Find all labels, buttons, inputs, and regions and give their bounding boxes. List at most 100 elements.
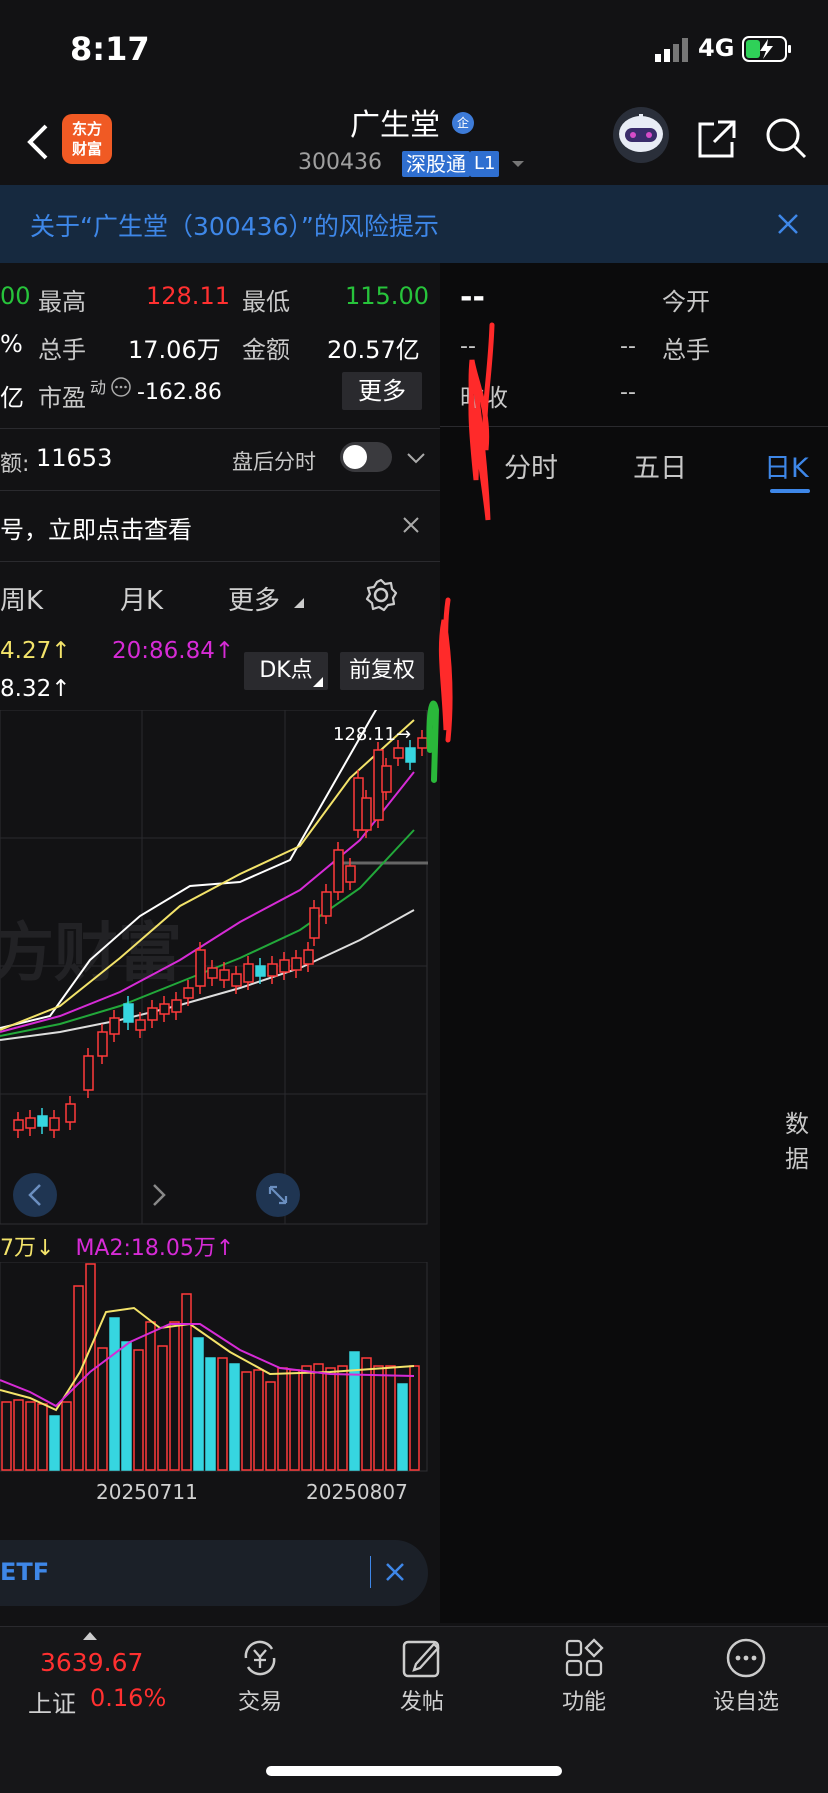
- candle: [231, 973, 242, 987]
- red-scribble-annotation: [426, 322, 495, 783]
- etf-bar[interactable]: [0, 1540, 428, 1606]
- tab-five-day[interactable]: 五日: [633, 446, 687, 485]
- index-change[interactable]: 0.16%: [90, 1684, 166, 1712]
- tab-day-k[interactable]: 日K: [764, 446, 809, 485]
- high-label: 最高: [38, 288, 86, 316]
- ma-legend-2: 20:86.84↑: [112, 638, 235, 664]
- trade-icon[interactable]: [238, 1636, 282, 1680]
- date-label-1: 20250711: [96, 1480, 198, 1504]
- quote-r3-c0: 亿: [0, 384, 24, 412]
- candle: [405, 747, 416, 763]
- volume-bar: [229, 1363, 240, 1471]
- candle: [183, 987, 194, 999]
- nav-functions[interactable]: 功能: [534, 1684, 634, 1716]
- high-marker-label: 128.11→: [333, 724, 411, 745]
- amount-label: 金额: [242, 336, 290, 364]
- candle: [267, 963, 278, 977]
- candle: [309, 907, 320, 939]
- index-name[interactable]: 上证: [28, 1684, 76, 1719]
- close-icon[interactable]: [402, 516, 420, 534]
- tab-indicator: [770, 489, 810, 493]
- corner-triangle-icon: [313, 677, 323, 687]
- back-icon[interactable]: [24, 122, 54, 162]
- promo-text[interactable]: 号，立即点击查看: [0, 510, 192, 545]
- candle: [243, 963, 254, 983]
- candle: [345, 865, 356, 883]
- low-label: 最低: [242, 288, 290, 316]
- candle: [135, 1019, 146, 1031]
- candle: [255, 965, 266, 977]
- adjust-price-button[interactable]: 前复权: [340, 652, 424, 690]
- risk-banner-text[interactable]: 关于“广生堂（300436）”的风险提示: [30, 207, 439, 243]
- candle: [195, 949, 206, 987]
- volume-bar: [325, 1367, 336, 1471]
- close-icon[interactable]: [776, 212, 800, 236]
- volume-legend: 7万↓ MA2:18.05万↑: [0, 1230, 234, 1262]
- volume-chart[interactable]: [0, 1262, 428, 1472]
- candle: [279, 959, 290, 973]
- nav-post[interactable]: 发帖: [372, 1684, 472, 1716]
- battery-charging-icon: [742, 36, 791, 62]
- tab-month-k[interactable]: 月K: [120, 580, 163, 617]
- after-hours-label: 额:: [0, 452, 30, 477]
- volume-bar: [289, 1369, 300, 1471]
- volume-bar: [1, 1401, 12, 1471]
- volume-bar: [205, 1357, 216, 1471]
- pe-value: -162.86: [137, 380, 222, 405]
- candle: [171, 999, 182, 1013]
- stock-name: 广生堂: [350, 108, 440, 143]
- volume-bar: [97, 1347, 108, 1471]
- volume-bar: [385, 1365, 396, 1471]
- share-icon[interactable]: [696, 118, 738, 160]
- nav-add-watchlist[interactable]: 设自选: [696, 1684, 796, 1716]
- scroll-left-button[interactable]: [13, 1173, 57, 1217]
- candle: [207, 967, 218, 979]
- etf-divider: [370, 1556, 371, 1588]
- post-icon[interactable]: [400, 1636, 444, 1680]
- volume-bar: [37, 1403, 48, 1471]
- candle: [147, 1007, 158, 1021]
- app-logo: 东方 财富: [62, 114, 112, 164]
- etf-text[interactable]: ETF: [0, 1558, 49, 1586]
- home-indicator[interactable]: [266, 1766, 562, 1776]
- caret-up-icon: [83, 1632, 97, 1640]
- functions-icon[interactable]: [562, 1636, 606, 1680]
- chevron-down-icon[interactable]: [510, 156, 526, 172]
- stock-code: 300436: [298, 150, 382, 175]
- volume-bar: [49, 1415, 60, 1471]
- candle: [97, 1031, 108, 1057]
- quote-r2-c0: %: [0, 330, 23, 358]
- network-type: 4G: [698, 34, 735, 62]
- quote-r1-c0: 00: [0, 282, 31, 310]
- sgt-badge: 深股通: [402, 151, 470, 177]
- candle: [159, 1003, 170, 1015]
- info-dots-icon[interactable]: [110, 376, 132, 398]
- tab-week-k[interactable]: 周K: [0, 580, 43, 617]
- right-volume-label: 总手: [662, 336, 710, 364]
- data-text: 数据: [785, 1110, 809, 1173]
- volume-bar: [181, 1293, 192, 1471]
- corner-triangle-icon: [294, 598, 304, 608]
- volume-legend-b: MA2:18.05万↑: [75, 1236, 235, 1261]
- gear-icon[interactable]: [364, 578, 398, 612]
- volume-bar: [217, 1357, 228, 1471]
- qi-badge: 企: [452, 112, 474, 134]
- index-value[interactable]: 3639.67: [40, 1648, 143, 1677]
- nav-trade[interactable]: 交易: [210, 1684, 310, 1716]
- close-icon[interactable]: [385, 1562, 405, 1582]
- more-dots-icon[interactable]: [724, 1636, 768, 1680]
- after-hours-switch-label: 盘后分时: [232, 450, 316, 474]
- candlestick-chart[interactable]: 方财富 128.11→: [0, 710, 428, 1225]
- signal-icon: [655, 38, 688, 62]
- candle: [109, 1017, 120, 1035]
- ma-legend-3: 8.32↑: [0, 676, 71, 702]
- tab-more[interactable]: 更多: [228, 580, 280, 617]
- search-icon[interactable]: [764, 116, 808, 160]
- volume-bar: [397, 1383, 408, 1471]
- more-button[interactable]: 更多: [342, 372, 422, 410]
- candle: [65, 1103, 76, 1123]
- volume-bar: [85, 1263, 96, 1471]
- robot-avatar-icon[interactable]: [612, 106, 670, 164]
- date-label-2: 20250807: [306, 1480, 408, 1504]
- after-hours-toggle[interactable]: [340, 442, 392, 472]
